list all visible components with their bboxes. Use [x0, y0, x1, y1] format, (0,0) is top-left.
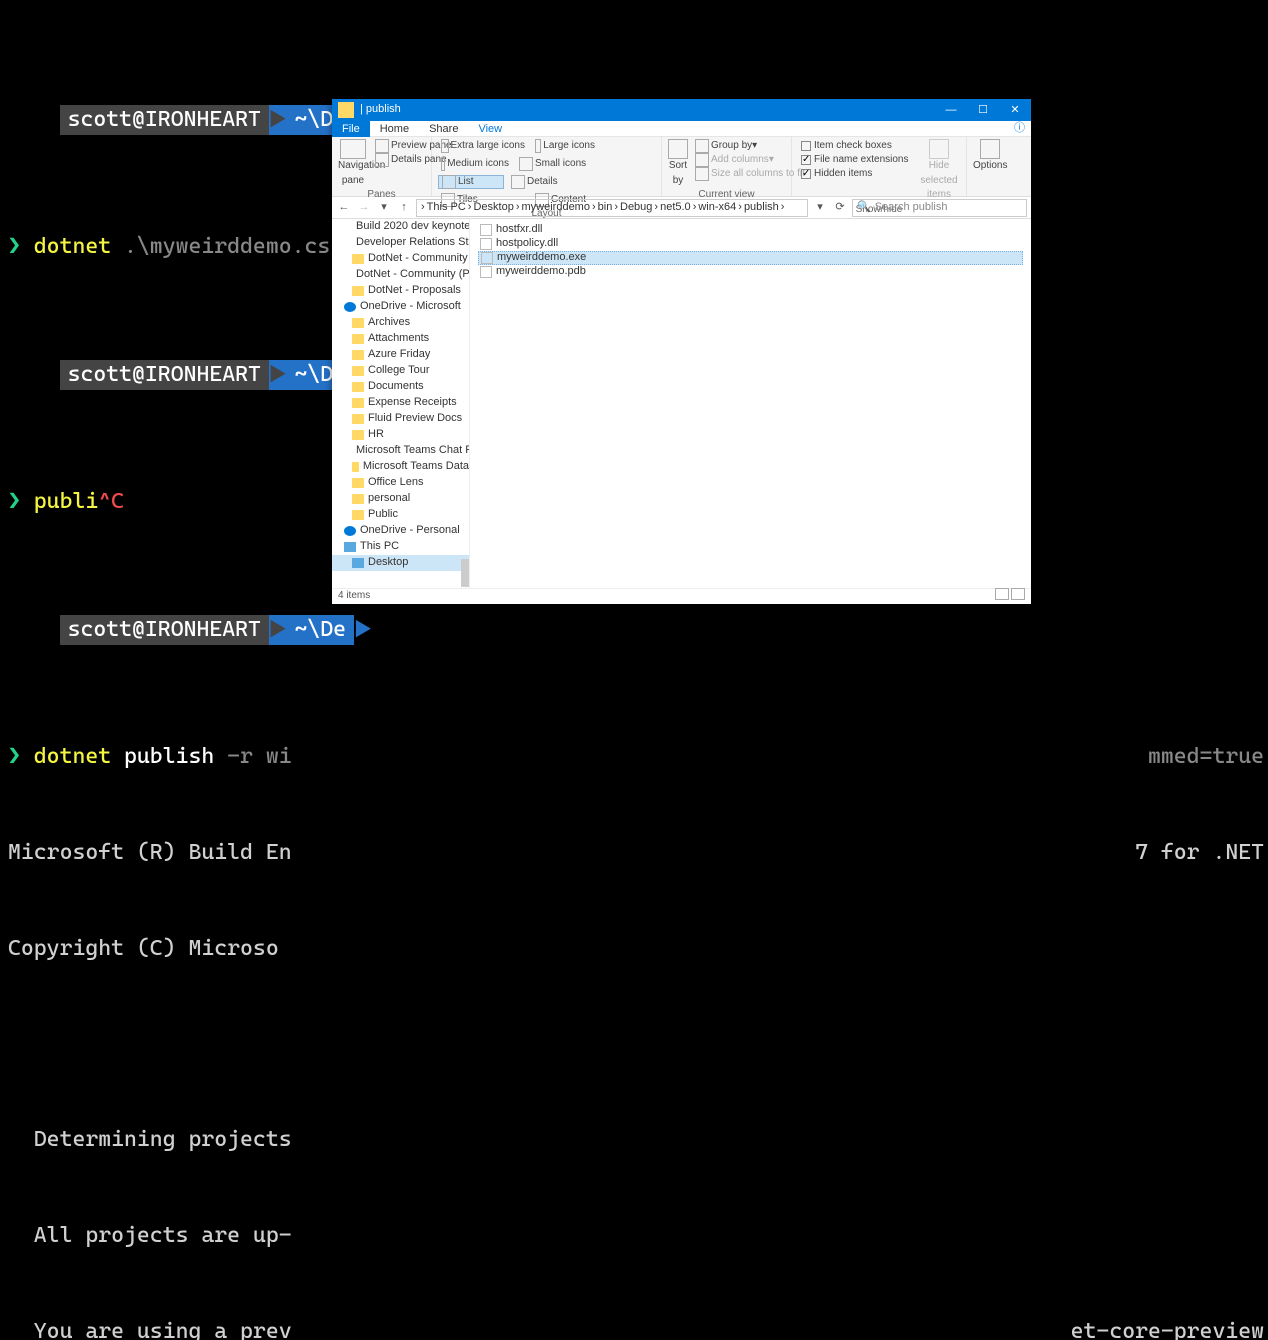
tab-file[interactable]: File	[332, 121, 370, 137]
nav-sidebar[interactable]: Build 2020 dev keynote - G …Developer Re…	[332, 219, 470, 588]
cmd-dotnet: dotnet	[34, 234, 111, 259]
breadcrumb[interactable]: ›This PC›Desktop›myweirddemo›bin›Debug›n…	[416, 199, 808, 217]
file-list[interactable]: hostfxr.dllhostpolicy.dllmyweirddemo.exe…	[470, 219, 1031, 588]
hidden-items-toggle[interactable]: Hidden items	[798, 167, 914, 181]
layout-m-icons[interactable]: Medium icons	[438, 157, 512, 171]
file-item[interactable]: myweirddemo.pdb	[478, 265, 1023, 279]
view-large-icon[interactable]	[1011, 588, 1025, 600]
sidebar-item[interactable]: OneDrive - Microsoft	[332, 299, 469, 315]
sidebar-item[interactable]: Documents	[332, 379, 469, 395]
search-input[interactable]: 🔍Search publish	[852, 199, 1027, 217]
file-ext-toggle[interactable]: File name extensions	[798, 153, 914, 167]
breadcrumb-item[interactable]: Debug	[620, 200, 652, 216]
sidebar-item[interactable]: personal	[332, 491, 469, 507]
item-checkboxes-toggle[interactable]: Item check boxes	[798, 139, 914, 153]
tab-home[interactable]: Home	[370, 121, 419, 137]
up-button[interactable]: ↑	[396, 200, 412, 216]
sidebar-item[interactable]: DotNet - Community	[332, 251, 469, 267]
nav-pane-button[interactable]: Navigation pane	[338, 139, 368, 188]
sidebar-item[interactable]: OneDrive - Personal	[332, 523, 469, 539]
sidebar-item[interactable]: Office Lens	[332, 475, 469, 491]
prompt-3: scott@IRONHEART▶~\De▶	[60, 615, 372, 645]
sidebar-item[interactable]: HR	[332, 427, 469, 443]
sidebar-item[interactable]: DotNet - Proposals	[332, 283, 469, 299]
breadcrumb-item[interactable]: Desktop	[473, 200, 513, 216]
view-details-icon[interactable]	[995, 588, 1009, 600]
layout-xl-icons[interactable]: Extra large icons	[438, 139, 528, 153]
folder-icon	[338, 102, 354, 118]
output-line: Microsoft (R) Build En	[8, 840, 292, 865]
maximize-button[interactable]: ☐	[967, 99, 999, 121]
recent-dropdown[interactable]: ▾	[376, 200, 392, 216]
sidebar-item[interactable]: Attachments	[332, 331, 469, 347]
sidebar-item[interactable]: Expense Receipts	[332, 395, 469, 411]
file-item[interactable]: hostpolicy.dll	[478, 237, 1023, 251]
sidebar-item[interactable]: Microsoft Teams Chat Files	[332, 443, 469, 459]
sidebar-item[interactable]: Azure Friday	[332, 347, 469, 363]
ribbon-view: Navigation pane Preview pane Details pan…	[332, 137, 1031, 197]
sidebar-item[interactable]: Public	[332, 507, 469, 523]
sidebar-item[interactable]: Developer Relations Studio	[332, 235, 469, 251]
ribbon-tabs: File Home Share View ⓘ	[332, 121, 1031, 137]
layout-s-icons[interactable]: Small icons	[516, 157, 606, 171]
back-button[interactable]: ←	[336, 200, 352, 216]
file-item[interactable]: hostfxr.dll	[478, 223, 1023, 237]
sidebar-item[interactable]: College Tour	[332, 363, 469, 379]
prompt-symbol: ❯	[8, 234, 34, 259]
explorer-window[interactable]: | publish — ☐ ✕ File Home Share View ⓘ N…	[332, 99, 1031, 604]
layout-list[interactable]: List	[438, 175, 504, 189]
breadcrumb-item[interactable]: publish	[744, 200, 779, 216]
sidebar-item[interactable]: DotNet - Community (Priv	[332, 267, 469, 283]
group-by-button[interactable]: Group by ▾	[692, 139, 808, 153]
sidebar-item[interactable]: Fluid Preview Docs	[332, 411, 469, 427]
sidebar-scrollbar[interactable]	[461, 559, 469, 587]
breadcrumb-item[interactable]: win-x64	[698, 200, 736, 216]
breadcrumb-item[interactable]: This PC	[427, 200, 466, 216]
file-item[interactable]: myweirddemo.exe	[478, 251, 1023, 265]
forward-button[interactable]: →	[356, 200, 372, 216]
add-columns-button: Add columns ▾	[692, 153, 808, 167]
sidebar-item[interactable]: This PC	[332, 539, 469, 555]
sort-by-button[interactable]: Sort by	[668, 139, 688, 188]
sidebar-item[interactable]: Microsoft Teams Data	[332, 459, 469, 475]
sidebar-item[interactable]: Desktop	[332, 555, 469, 571]
help-icon[interactable]: ⓘ	[1014, 121, 1031, 136]
hide-selected-button: Hide selected items	[918, 139, 960, 203]
refresh-button[interactable]: ⟳	[832, 200, 848, 216]
options-button[interactable]: Options	[973, 139, 1007, 174]
layout-details[interactable]: Details	[508, 175, 582, 189]
sidebar-item[interactable]: Archives	[332, 315, 469, 331]
minimize-button[interactable]: —	[935, 99, 967, 121]
close-button[interactable]: ✕	[999, 99, 1031, 121]
tab-share[interactable]: Share	[419, 121, 468, 137]
layout-l-icons[interactable]: Large icons	[532, 139, 598, 153]
titlebar[interactable]: | publish — ☐ ✕	[332, 99, 1031, 121]
breadcrumb-item[interactable]: net5.0	[660, 200, 691, 216]
status-bar: 4 items	[332, 588, 1031, 604]
sidebar-item[interactable]: Build 2020 dev keynote - G …	[332, 219, 469, 235]
tab-view[interactable]: View	[468, 121, 512, 137]
window-title: publish	[366, 102, 401, 118]
addr-dropdown[interactable]: ▾	[812, 200, 828, 216]
breadcrumb-item[interactable]: myweirddemo	[522, 200, 590, 216]
nav-bar: ← → ▾ ↑ ›This PC›Desktop›myweirddemo›bin…	[332, 197, 1031, 219]
breadcrumb-item[interactable]: bin	[598, 200, 613, 216]
size-columns-button: Size all columns to fit	[692, 167, 808, 181]
